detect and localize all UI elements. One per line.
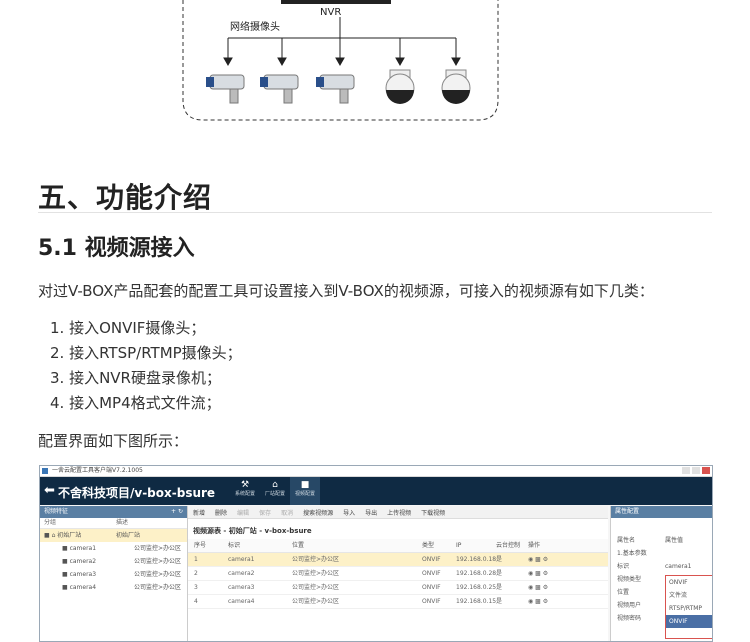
list-item: 3. 接入NVR硬盘录像机； [50, 369, 221, 387]
window-title: 一舍云配置工具客户端V7.2.1005 [52, 467, 143, 474]
back-arrow-icon[interactable]: ⬅ [44, 483, 55, 498]
table-row[interactable]: 2 camera2 公司监控>办公区 ONVIF 192.168.0.28 是 ◉ ▩ ⚙ [188, 567, 608, 581]
config-tool-screenshot: 一舍云配置工具客户端V7.2.1005 ⬅ 不舍科技项目/v-box-bsure… [39, 465, 713, 642]
row-actions-icon[interactable]: ◉ ▩ ⚙ [528, 567, 568, 580]
col-desc: 描述 [116, 519, 129, 526]
nvr-label: NVR [320, 7, 341, 18]
camera-group-label: 网络摄像头 [230, 20, 280, 33]
window-titlebar: 一舍云配置工具客户端V7.2.1005 [40, 466, 712, 477]
caption-paragraph: 配置界面如下图所示： [38, 432, 189, 450]
panel-ops-icon[interactable]: + ↻ [171, 506, 183, 518]
home-icon: ⌂ [272, 480, 278, 490]
list-item: 4. 接入MP4格式文件流； [50, 394, 221, 412]
list-item: 2. 接入RTSP/RTMP摄像头； [50, 344, 242, 362]
table-row[interactable]: 3 camera3 公司监控>办公区 ONVIF 192.168.0.25 是 ◉ ▩ ⚙ [188, 581, 608, 595]
tree-camera-row[interactable]: ■ camera3 公司监控>办公区 [40, 568, 187, 581]
wrench-icon: ⚒ [240, 480, 250, 490]
intro-paragraph: 对过V-BOX产品配套的配置工具可设置接入到V-BOX的视频源，可接入的视频源有… [38, 282, 654, 300]
delete-button[interactable]: 删除 [210, 508, 232, 517]
table-row[interactable]: 4 camera4 公司监控>办公区 ONVIF 192.168.0.15 是 ◉ ▩ ⚙ [188, 595, 608, 609]
list-item: 1. 接入ONVIF摄像头； [50, 319, 206, 337]
save-button[interactable]: 保存 [254, 508, 276, 517]
edit-button[interactable]: 编辑 [232, 508, 254, 517]
nav-station-config[interactable]: ⌂ 厂站配置 [260, 477, 290, 505]
property-header-row: 属性名 属性值 [617, 537, 684, 544]
bullet-camera-icon [260, 74, 299, 104]
row-actions-icon[interactable]: ◉ ▩ ⚙ [528, 595, 568, 608]
video-icon: ■ [300, 480, 310, 490]
property-panel: 属性配置 属性名属性值 1.基本参数 标识camera1 视频类型ONVIF 位… [610, 506, 712, 641]
nav-system-config[interactable]: ⚒ 系统配置 [230, 477, 260, 505]
dome-camera-icon [441, 69, 471, 104]
left-panel-header: 视频特征 + ↻ [40, 506, 187, 518]
video-source-table-panel: 新增 删除 编辑 保存 取消 搜索视频源 导入 导出 上传视频 下载视频 视频源… [188, 506, 608, 641]
tree-group-row[interactable]: ■ ⌂ 初始厂站 初始厂站 [40, 529, 187, 542]
row-actions-icon[interactable]: ◉ ▩ ⚙ [528, 553, 568, 566]
table-toolbar: 新增 删除 编辑 保存 取消 搜索视频源 导入 导出 上传视频 下载视频 [188, 506, 608, 519]
heading-divider [38, 212, 712, 213]
dropdown-option[interactable]: 文件流 [666, 589, 712, 602]
property-panel-header: 属性配置 [611, 506, 712, 518]
app-header: ⬅ 不舍科技项目/v-box-bsure ⚒ 系统配置 ⌂ 厂站配置 ■ 视频配置 [40, 477, 712, 505]
close-button[interactable] [702, 467, 710, 474]
section-heading: 五、功能介绍 [38, 181, 213, 214]
subsection-heading: 5.1 视频源接入 [38, 236, 195, 261]
tree-camera-row[interactable]: ■ camera1 公司监控>办公区 [40, 542, 187, 555]
col-group: 分组 [44, 519, 57, 526]
property-section: 1.基本参数 [617, 550, 647, 557]
network-diagram: NVR 网络摄像头 [182, 0, 499, 121]
minimize-button[interactable] [682, 467, 690, 474]
breadcrumb: 视频源表 - 初始厂站 - v-box-bsure [193, 527, 312, 535]
video-tree-panel: 视频特征 + ↻ 分组 描述 ■ ⌂ 初始厂站 初始厂站 ■ camera1 公… [40, 506, 188, 641]
table-header: 序号 标识 位置 类型 IP 云台控制 操作 [188, 539, 608, 553]
table-row[interactable]: 1 camera1 公司监控>办公区 ONVIF 192.168.0.18 是 ◉ ▩ ⚙ [188, 553, 608, 567]
nav-video-config[interactable]: ■ 视频配置 [290, 477, 320, 505]
tree-camera-row[interactable]: ■ camera4 公司监控>办公区 [40, 581, 187, 594]
video-type-dropdown[interactable]: ONVIF 文件流 RTSP/RTMP ONVIF [665, 575, 712, 639]
import-button[interactable]: 导入 [338, 508, 360, 517]
search-source-button[interactable]: 搜索视频源 [298, 508, 338, 517]
download-video-button[interactable]: 下载视频 [416, 508, 450, 517]
add-button[interactable]: 新增 [188, 508, 210, 517]
bullet-camera-icon [206, 74, 245, 104]
dropdown-option[interactable]: ONVIF [666, 615, 712, 628]
dropdown-option[interactable]: RTSP/RTMP [666, 602, 712, 615]
dropdown-selected[interactable]: ONVIF [666, 576, 712, 589]
project-title: 不舍科技项目/v-box-bsure [58, 486, 216, 500]
property-row: 标识 camera1 [617, 563, 692, 570]
row-actions-icon[interactable]: ◉ ▩ ⚙ [528, 581, 568, 594]
app-logo-icon [42, 468, 48, 474]
tree-camera-row[interactable]: ■ camera2 公司监控>办公区 [40, 555, 187, 568]
bullet-camera-icon [316, 74, 355, 104]
maximize-button[interactable] [692, 467, 700, 474]
export-button[interactable]: 导出 [360, 508, 382, 517]
cancel-button[interactable]: 取消 [276, 508, 298, 517]
source-type-list: 1. 接入ONVIF摄像头； 2. 接入RTSP/RTMP摄像头； 3. 接入N… [50, 316, 242, 416]
dome-camera-icon [385, 69, 415, 104]
upload-video-button[interactable]: 上传视频 [382, 508, 416, 517]
